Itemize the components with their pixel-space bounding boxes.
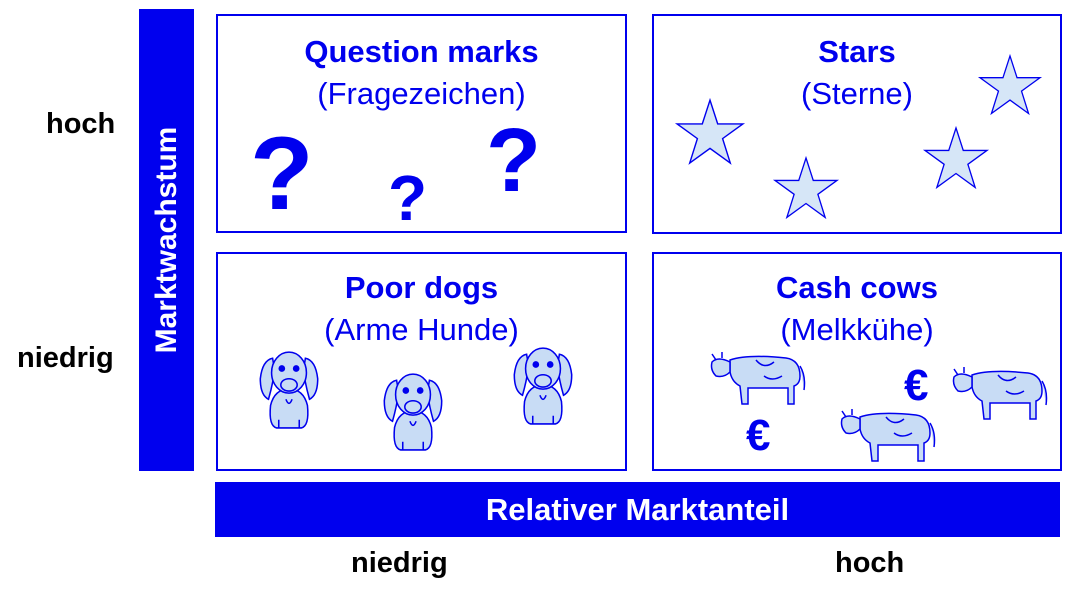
x-axis-bar: Relativer Marktanteil [215, 482, 1060, 537]
cow-icon [952, 367, 1048, 420]
star-icon [922, 125, 990, 190]
dog-icon [513, 347, 573, 425]
quadrant-subtitle: (Fragezeichen) [317, 76, 526, 111]
quadrant-stars: Stars (Sterne) [652, 14, 1062, 234]
y-axis-low-label: niedrig [17, 342, 114, 374]
x-axis-low-label: niedrig [351, 547, 448, 579]
star-icon [977, 53, 1043, 116]
question-mark-icon: ? [250, 116, 314, 232]
question-mark-icon: ? [388, 162, 428, 234]
dog-icon [259, 351, 319, 429]
euro-icon: € [746, 411, 771, 460]
cow-icon [840, 409, 936, 462]
quadrant-subtitle: (Melkkühe) [780, 312, 934, 347]
quadrant-subtitle: (Arme Hunde) [324, 312, 519, 347]
star-icon [674, 97, 746, 165]
y-axis-title: Marktwachstum [149, 126, 183, 354]
quadrant-poor-dogs: Poor dogs (Arme Hunde) [216, 252, 627, 471]
quadrant-title: Cash cows [776, 270, 938, 305]
y-axis-high-label: hoch [46, 108, 116, 140]
dog-icon [383, 373, 443, 451]
euro-icon: € [904, 361, 929, 410]
quadrant-cash-cows: Cash cows (Melkkühe) € € [652, 252, 1062, 471]
quadrant-title: Poor dogs [344, 270, 499, 305]
star-icon [772, 155, 840, 220]
x-axis-high-label: hoch [835, 547, 905, 579]
y-axis-bar: Marktwachstum [139, 9, 194, 471]
x-axis-title: Relativer Marktanteil [485, 491, 790, 527]
quadrant-question-marks: Question marks (Fragezeichen) ? ? ? [216, 14, 627, 233]
quadrant-title: Question marks [304, 34, 539, 69]
cow-icon [710, 352, 806, 405]
question-mark-icon: ? [486, 111, 541, 211]
